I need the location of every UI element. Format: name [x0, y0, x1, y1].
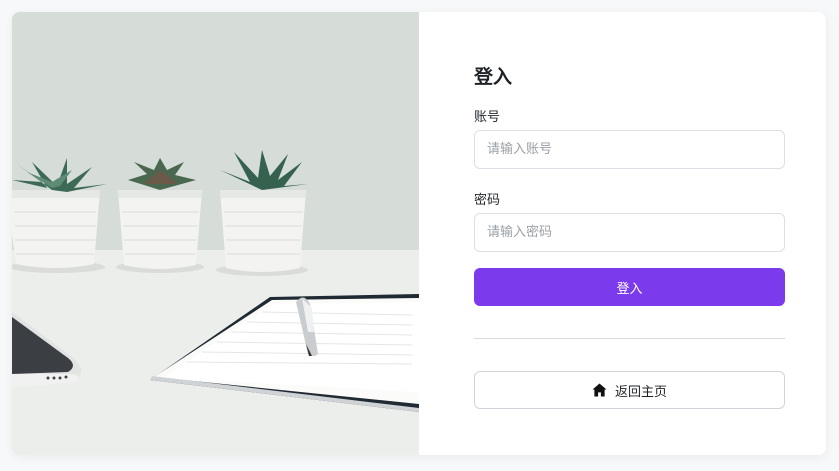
- password-input[interactable]: [474, 213, 785, 252]
- home-icon: [592, 383, 607, 397]
- divider: [474, 338, 785, 339]
- login-title: 登入: [474, 66, 513, 88]
- account-label: 账号: [474, 110, 501, 125]
- login-button[interactable]: 登入: [474, 268, 785, 306]
- back-to-home-label: 返回主页: [614, 384, 667, 400]
- account-input[interactable]: [474, 130, 785, 169]
- login-form-panel: 登入 账号 密码 登入 返回主页: [419, 12, 826, 455]
- back-to-home-button[interactable]: 返回主页: [474, 371, 785, 409]
- password-label: 密码: [474, 193, 501, 208]
- login-card: 登入 账号 密码 登入 返回主页: [12, 12, 826, 455]
- desk-photo-illustration: [12, 12, 419, 455]
- hero-image: [12, 12, 419, 455]
